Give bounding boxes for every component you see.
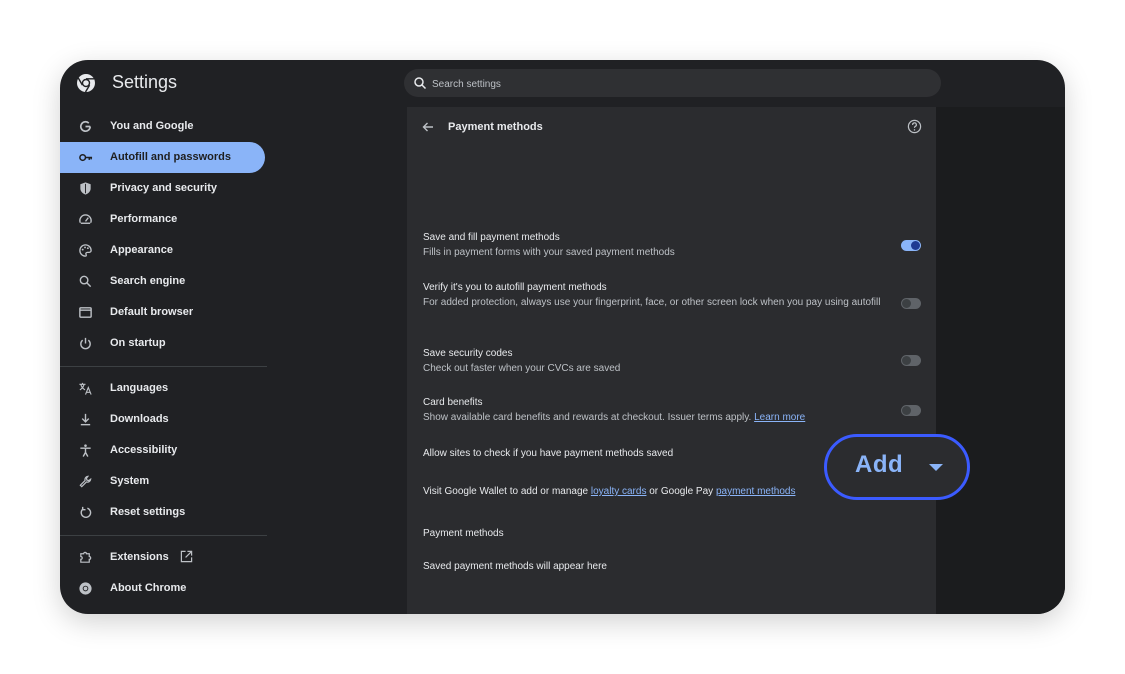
sidebar-item-label: Privacy and security <box>110 182 218 194</box>
sidebar-item-autofill[interactable]: Autofill and passwords <box>60 142 265 173</box>
right-gutter <box>936 107 1065 614</box>
search-bar[interactable] <box>404 69 941 99</box>
sidebar-divider <box>60 366 267 367</box>
sidebar-item-label: Reset settings <box>110 506 186 518</box>
toggle-save-security-codes[interactable] <box>901 355 921 366</box>
setting-title: Save and fill payment methods <box>423 232 560 243</box>
sidebar-item-reset-settings[interactable]: Reset settings <box>60 497 265 528</box>
sidebar-item-privacy[interactable]: Privacy and security <box>60 173 265 204</box>
accessibility-icon <box>80 444 91 457</box>
sidebar-item-default-browser[interactable]: Default browser <box>60 297 265 328</box>
download-icon <box>80 413 91 426</box>
setting-description-text: Show available card benefits and rewards… <box>423 412 752 423</box>
sidebar-item-about-chrome[interactable]: About Chrome <box>60 573 265 604</box>
toggle-knob <box>911 241 920 250</box>
payment-methods-link[interactable]: payment methods <box>716 486 796 497</box>
sidebar-item-on-startup[interactable]: On startup <box>60 328 265 359</box>
sidebar-item-languages[interactable]: Languages <box>60 373 265 404</box>
sidebar-item-label: Default browser <box>110 306 194 318</box>
sidebar-item-downloads[interactable]: Downloads <box>60 404 265 435</box>
loyalty-cards-link[interactable]: loyalty cards <box>591 486 647 497</box>
sidebar-item-extensions[interactable]: Extensions <box>60 542 265 573</box>
caret-down-icon <box>929 464 943 471</box>
puzzle-icon <box>80 551 92 563</box>
sidebar-nav: You and Google Autofill and passwords Pr… <box>60 110 270 614</box>
sidebar-item-accessibility[interactable]: Accessibility <box>60 435 265 466</box>
translate-icon <box>79 382 92 395</box>
sidebar-item-system[interactable]: System <box>60 466 265 497</box>
google-g-icon <box>80 120 92 132</box>
search-icon <box>79 275 92 288</box>
power-icon <box>80 337 91 350</box>
sidebar-item-label: Appearance <box>110 244 173 256</box>
sidebar-item-label: Autofill and passwords <box>110 151 232 163</box>
external-link-icon <box>180 550 193 563</box>
wallet-prefix: Visit Google Wallet to add or manage <box>423 486 589 497</box>
sidebar-item-label: Languages <box>110 382 169 394</box>
sidebar-item-search-engine[interactable]: Search engine <box>60 266 265 297</box>
sidebar-item-label: About Chrome <box>110 582 187 594</box>
sidebar-item-label: Extensions <box>110 551 169 563</box>
sidebar-item-label: Search engine <box>110 275 186 287</box>
setting-save-fill-payment: Save and fill payment methods Fills in p… <box>423 231 923 261</box>
setting-title: Save security codes <box>423 348 513 359</box>
setting-description: Fills in payment forms with your saved p… <box>423 247 675 258</box>
sidebar-item-label: Downloads <box>110 413 169 425</box>
payment-methods-panel: Payment methods Save and fill payment me… <box>407 107 936 614</box>
add-button-label: Add <box>855 451 904 478</box>
browser-window-icon <box>79 307 92 318</box>
top-bar: Settings <box>60 60 1065 107</box>
add-payment-method-button[interactable]: Add <box>824 434 970 500</box>
help-icon[interactable] <box>907 119 922 134</box>
toggle-verify-autofill[interactable] <box>901 298 921 309</box>
panel-title: Payment methods <box>448 121 543 133</box>
shield-icon <box>80 182 91 195</box>
sidebar-item-appearance[interactable]: Appearance <box>60 235 265 266</box>
speedometer-icon <box>79 214 92 224</box>
setting-verify-autofill: Verify it's you to autofill payment meth… <box>423 281 923 311</box>
sidebar-item-label: You and Google <box>110 120 194 132</box>
toggle-knob <box>902 299 911 308</box>
setting-title: Verify it's you to autofill payment meth… <box>423 282 607 293</box>
wrench-icon <box>79 475 92 488</box>
toggle-card-benefits[interactable] <box>901 405 921 416</box>
payment-methods-section-header: Payment methods <box>423 527 923 541</box>
payment-methods-empty-state: Saved payment methods will appear here <box>423 560 923 574</box>
setting-description: Check out faster when your CVCs are save… <box>423 363 621 374</box>
toggle-knob <box>902 406 911 415</box>
sidebar-item-you-and-google[interactable]: You and Google <box>60 111 265 142</box>
back-arrow-icon[interactable] <box>421 120 435 134</box>
toggle-knob <box>902 356 911 365</box>
settings-window: Settings You and Google Autofill and pas… <box>60 60 1065 614</box>
search-icon <box>414 77 427 90</box>
chrome-logo-icon <box>77 74 95 93</box>
setting-save-security-codes: Save security codes Check out faster whe… <box>423 347 923 377</box>
search-input[interactable] <box>430 69 934 99</box>
setting-card-benefits: Card benefits Show available card benefi… <box>423 396 923 426</box>
sidebar-item-label: Accessibility <box>110 444 178 456</box>
setting-description: For added protection, always use your fi… <box>423 297 881 308</box>
sidebar-item-performance[interactable]: Performance <box>60 204 265 235</box>
sidebar-item-label: Performance <box>110 213 178 225</box>
sidebar-item-label: On startup <box>110 337 166 349</box>
sidebar-divider <box>60 535 267 536</box>
toggle-save-fill-payment[interactable] <box>901 240 921 251</box>
reset-icon <box>80 506 92 518</box>
sidebar-item-label: System <box>110 475 150 487</box>
key-icon <box>79 153 93 162</box>
chrome-icon <box>79 582 92 595</box>
palette-icon <box>79 244 92 257</box>
section-title: Payment methods <box>423 528 504 539</box>
setting-title: Card benefits <box>423 397 483 408</box>
setting-description: Show available card benefits and rewards… <box>423 410 885 426</box>
learn-more-link[interactable]: Learn more <box>754 412 805 423</box>
empty-state-text: Saved payment methods will appear here <box>423 561 607 572</box>
wallet-middle: or Google Pay <box>649 486 714 497</box>
page-title: Settings <box>112 72 178 92</box>
